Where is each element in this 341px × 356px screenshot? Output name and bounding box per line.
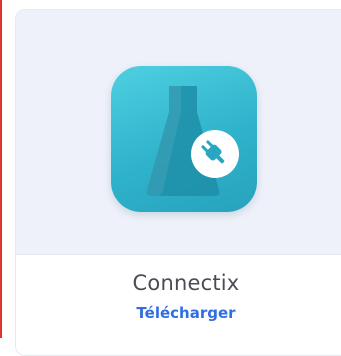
left-edge-rule [0, 0, 2, 338]
connectix-app-icon[interactable] [111, 66, 257, 212]
app-name: Connectix [132, 271, 240, 295]
app-card[interactable]: Connectix Télécharger [15, 9, 341, 356]
flask-plug-icon [146, 86, 239, 196]
card-divider [16, 254, 341, 255]
download-link[interactable]: Télécharger [16, 304, 341, 322]
